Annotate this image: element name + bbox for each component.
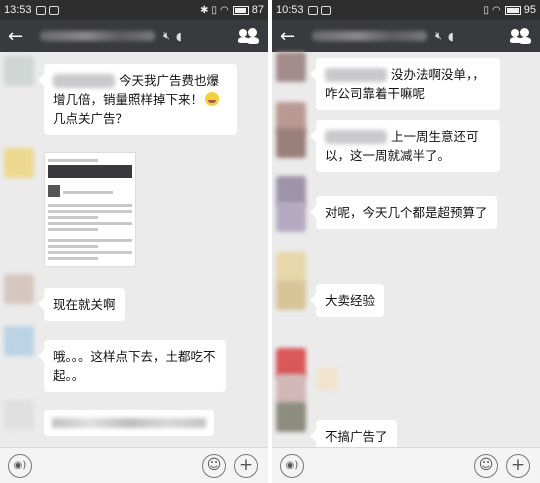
chat-name-redacted [312, 31, 427, 41]
avatar[interactable] [4, 326, 34, 356]
avatar[interactable] [276, 52, 306, 82]
screenshot-comparison: 13:53 ✱ ▯ ◠ 87 ← 🔇︎ ◖ 今天我广告费也爆增几倍，销量照样掉下… [0, 0, 540, 483]
back-arrow-icon[interactable]: ← [280, 26, 300, 47]
avatar[interactable] [276, 280, 306, 310]
wifi-icon: ◠ [492, 4, 501, 16]
group-members-icon[interactable] [510, 28, 532, 44]
battery-level: 95 [523, 4, 536, 16]
status-time: 10:53 [276, 4, 304, 16]
chat-screen-right: 10:53 ▯ ◠ 95 ← 🔇︎ ◖ 没办法啊没单，，咋公司靠着干嘛呢 上一周… [272, 0, 540, 483]
notification-icon [307, 5, 318, 15]
avatar[interactable] [276, 252, 306, 282]
group-members-icon[interactable] [238, 28, 260, 44]
message-text: 几点关广告？ [53, 111, 129, 126]
message-list[interactable]: 没办法啊没单，，咋公司靠着干嘛呢 上一周生意还可以，这一周就减半了。 对呢，今天… [272, 52, 540, 453]
chat-title-bar: ← 🔇︎ ◖ [0, 20, 268, 52]
message-bubble[interactable]: 对呢，今天几个都是超预算了 [310, 196, 497, 229]
message-text: 不搞广告了 [325, 429, 388, 444]
message-text: 哦。。。这样点下去，土都吃不起。。 [53, 349, 216, 383]
notification-icon [35, 5, 46, 15]
image-notification-icon [320, 5, 331, 15]
message-bubble[interactable]: 大卖经验 [309, 284, 385, 317]
message-bubble[interactable]: 上一周生意还可以，这一周就减半了。 [310, 120, 500, 172]
voice-input-icon[interactable]: ◉) [280, 454, 304, 478]
sticker-image[interactable] [316, 368, 338, 390]
chat-name-redacted [40, 31, 155, 41]
shared-screenshot-image[interactable] [44, 152, 136, 267]
avatar[interactable] [4, 56, 34, 86]
message-bubble[interactable]: 没办法啊没单，，咋公司靠着干嘛呢 [310, 58, 500, 110]
message-text: 现在就关啊 [53, 297, 116, 312]
avatar[interactable] [276, 202, 306, 232]
mute-icon: 🔇︎ [163, 29, 170, 42]
message-text: 对呢，今天几个都是超预算了 [325, 205, 488, 220]
chat-screen-left: 13:53 ✱ ▯ ◠ 87 ← 🔇︎ ◖ 今天我广告费也爆增几倍，销量照样掉下… [0, 0, 268, 483]
avatar[interactable] [276, 374, 306, 404]
earpiece-icon: ◖ [175, 29, 182, 43]
emoji-icon [205, 92, 220, 106]
avatar[interactable] [4, 148, 34, 178]
mention-redacted [53, 74, 115, 88]
status-bar: 13:53 ✱ ▯ ◠ 87 [0, 0, 268, 20]
battery-level: 87 [251, 4, 264, 16]
avatar[interactable] [4, 274, 34, 304]
plus-button-icon[interactable]: + [234, 454, 258, 478]
status-bar: 10:53 ▯ ◠ 95 [272, 0, 540, 20]
message-bubble[interactable]: 哦。。。这样点下去，土都吃不起。。 [38, 340, 226, 392]
wifi-icon: ◠ [220, 4, 229, 16]
earpiece-icon: ◖ [447, 29, 454, 43]
chat-input-bar: ◉) ☺ + [272, 447, 540, 483]
message-bubble[interactable]: 现在就关啊 [38, 288, 125, 321]
avatar[interactable] [276, 402, 306, 432]
message-text: 大卖经验 [325, 293, 376, 308]
message-redacted[interactable] [44, 410, 214, 436]
mute-icon: 🔇︎ [435, 29, 442, 42]
mention-redacted [325, 130, 387, 144]
vibrate-icon: ▯ [483, 4, 490, 16]
emoji-button-icon[interactable]: ☺ [474, 454, 498, 478]
status-time: 13:53 [4, 4, 32, 16]
emoji-button-icon[interactable]: ☺ [202, 454, 226, 478]
bluetooth-icon: ✱ [200, 4, 209, 16]
vibrate-icon: ▯ [211, 4, 218, 16]
image-notification-icon [48, 5, 59, 15]
chat-title-bar: ← 🔇︎ ◖ [272, 20, 540, 52]
avatar[interactable] [4, 400, 34, 430]
avatar[interactable] [276, 128, 306, 158]
back-arrow-icon[interactable]: ← [8, 26, 28, 47]
chat-input-bar: ◉) ☺ + [0, 447, 268, 483]
message-list[interactable]: 今天我广告费也爆增几倍，销量照样掉下来！几点关广告？ 现在就关啊 哦。。。这样点… [0, 52, 268, 447]
plus-button-icon[interactable]: + [506, 454, 530, 478]
voice-input-icon[interactable]: ◉) [8, 454, 32, 478]
mention-redacted [325, 68, 387, 82]
message-bubble[interactable]: 今天我广告费也爆增几倍，销量照样掉下来！几点关广告？ [38, 64, 237, 135]
battery-icon [504, 5, 521, 15]
battery-icon [232, 5, 249, 15]
